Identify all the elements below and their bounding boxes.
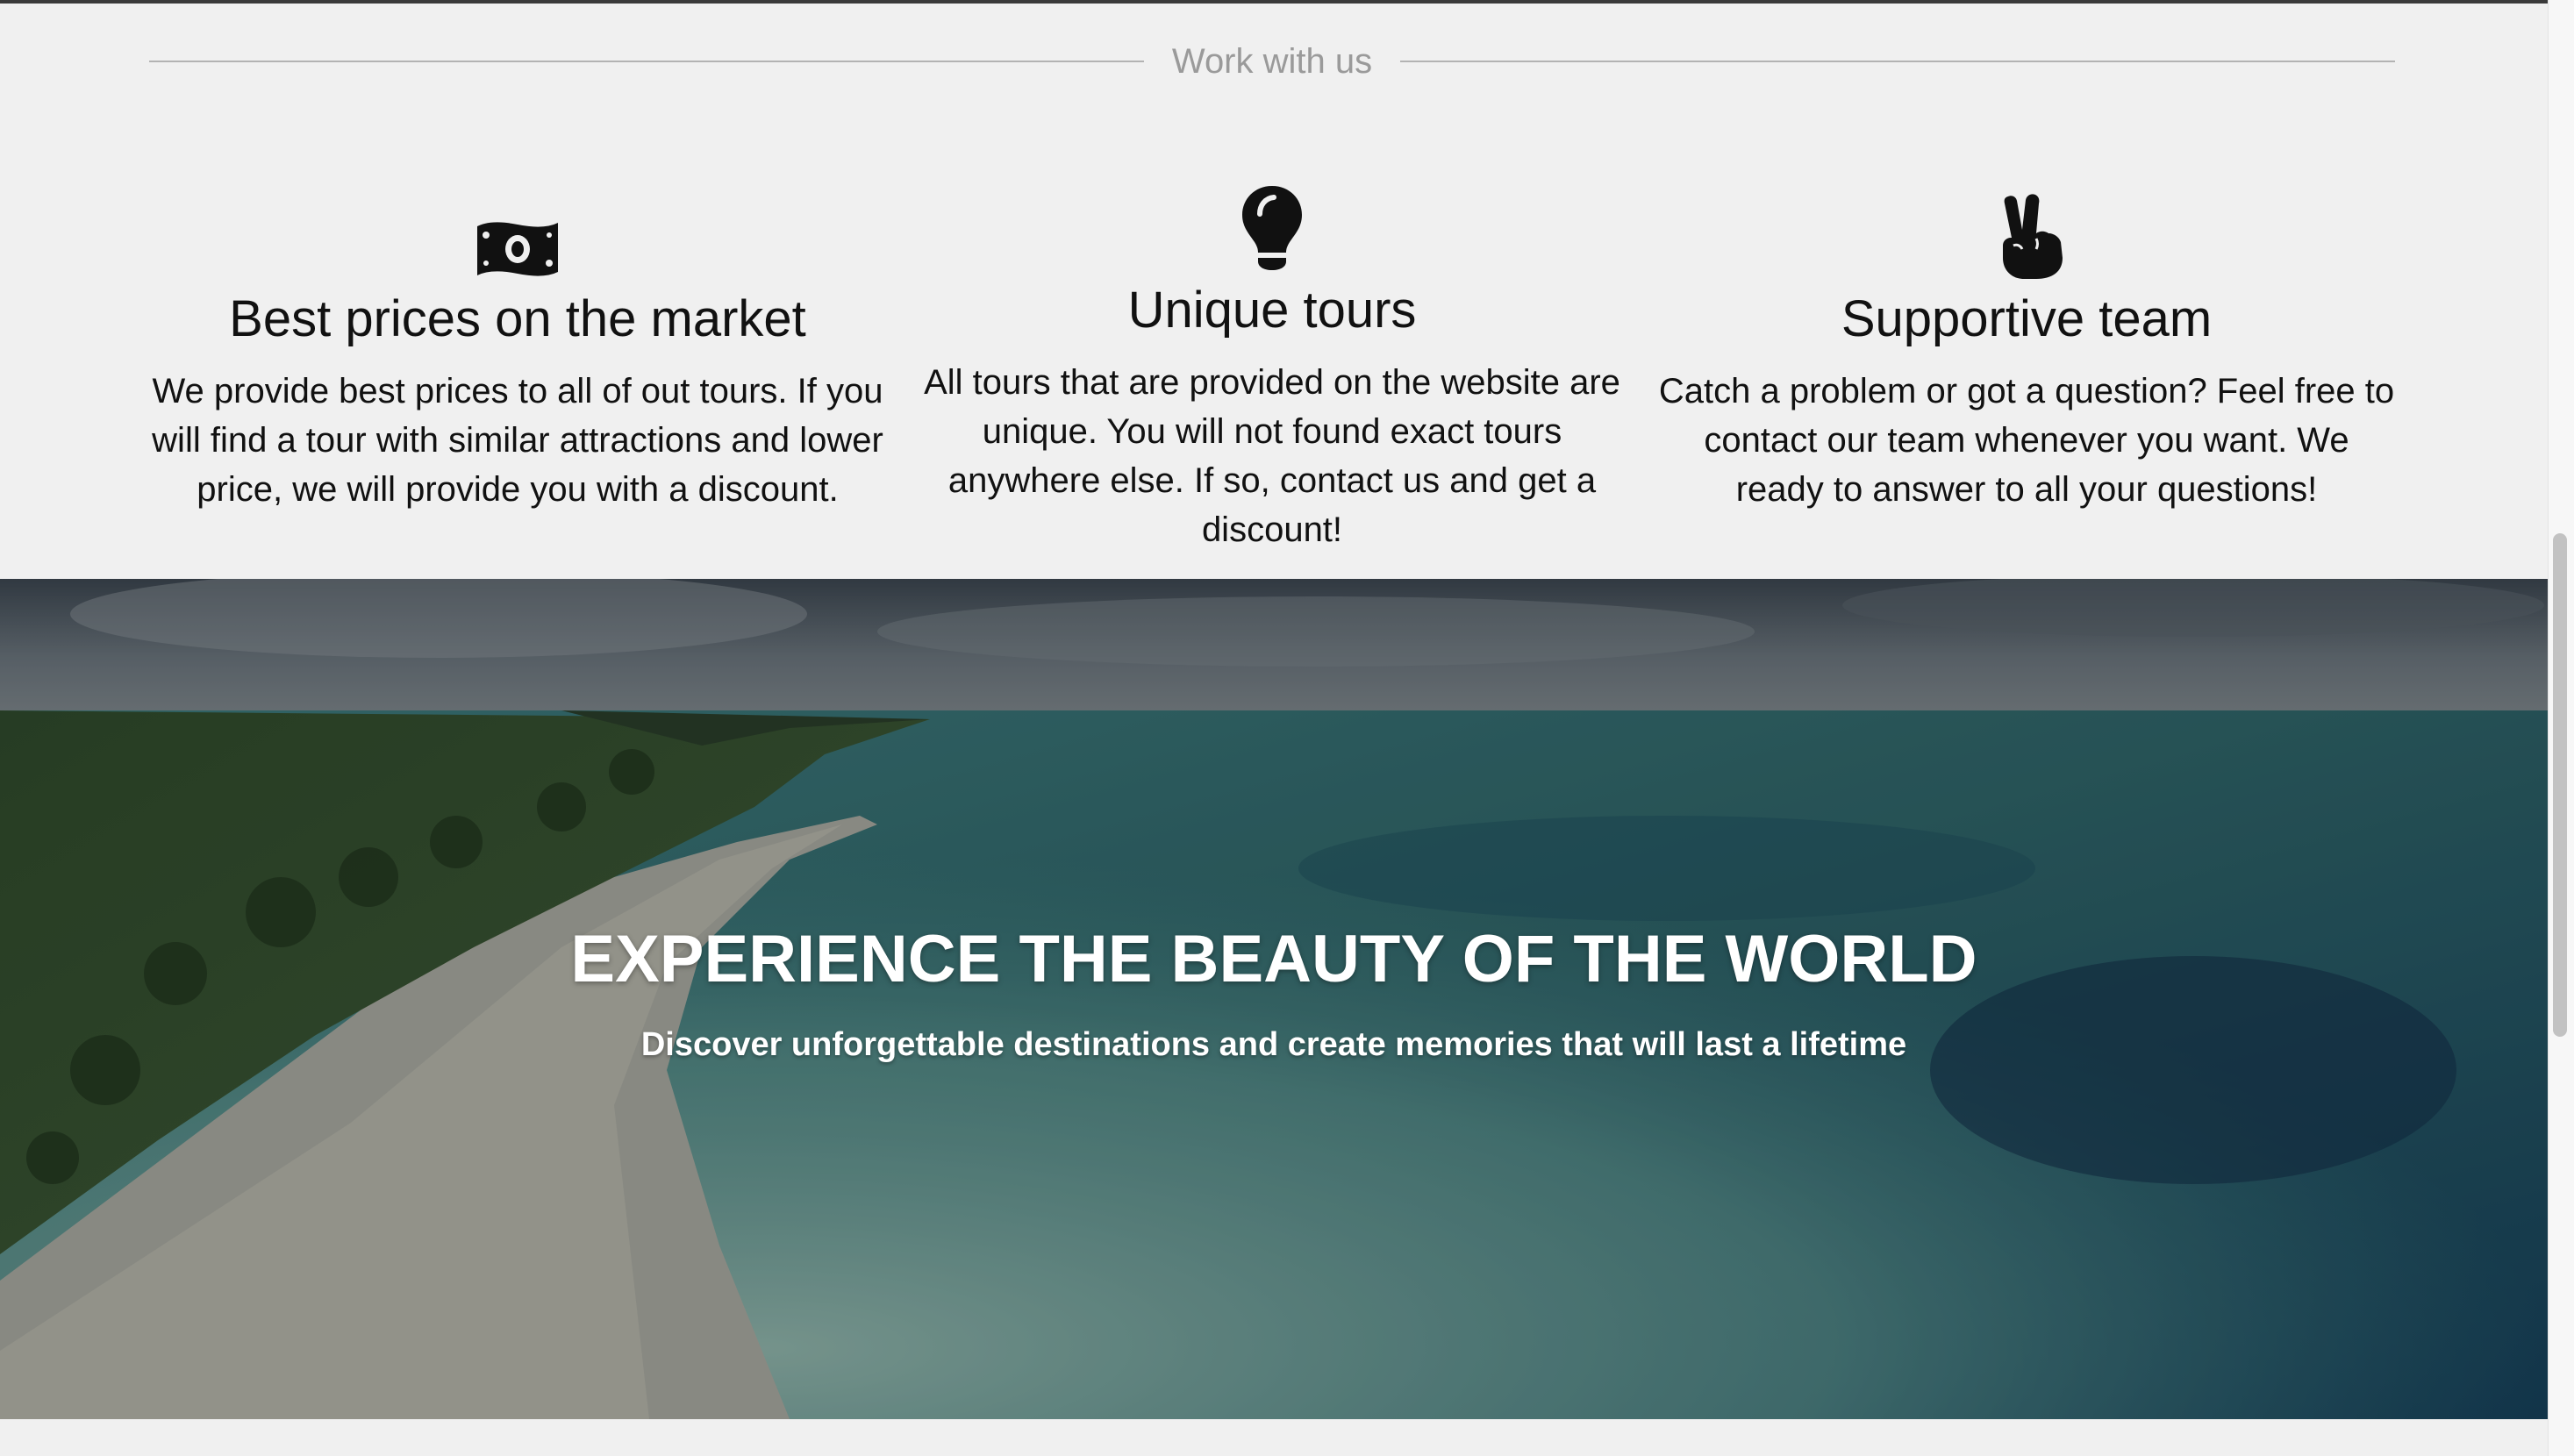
feature-description: All tours that are provided on the websi… xyxy=(924,363,1620,549)
hero-overlay xyxy=(0,579,2548,1419)
feature-best-prices: Best prices on the market We provide bes… xyxy=(149,184,886,535)
hero-title: EXPERIENCE THE BEAUTY OF THE WORLD xyxy=(570,922,1977,996)
feature-title: Best prices on the market xyxy=(229,290,806,347)
page: Work with us Best prices on the market W… xyxy=(0,0,2574,1456)
feature-description: Catch a problem or got a question? Feel … xyxy=(1658,372,2395,509)
lightbulb-icon xyxy=(1241,184,1304,272)
feature-unique-tours: Unique tours All tours that are provided… xyxy=(904,184,1641,549)
heading-rule-right xyxy=(1400,61,2396,62)
top-divider xyxy=(0,0,2574,4)
peace-hand-icon xyxy=(1987,184,2066,281)
feature-title: Unique tours xyxy=(1127,282,1417,339)
features-row: Best prices on the market We provide bes… xyxy=(149,184,2395,549)
feature-supportive-team: Supportive team Catch a problem or got a… xyxy=(1658,184,2395,535)
section-heading-label: Work with us xyxy=(1171,41,1373,81)
hero-subtitle: Discover unforgettable destinations and … xyxy=(640,1026,1907,1063)
scrollbar-thumb[interactable] xyxy=(2553,533,2567,1037)
section-heading: Work with us xyxy=(149,35,2396,88)
feature-description: We provide best prices to all of out tou… xyxy=(152,372,883,509)
hero-banner: EXPERIENCE THE BEAUTY OF THE WORLD Disco… xyxy=(0,579,2548,1419)
feature-title: Supportive team xyxy=(1841,290,2213,347)
money-bill-icon xyxy=(474,184,561,281)
heading-rule-left xyxy=(149,61,1144,62)
